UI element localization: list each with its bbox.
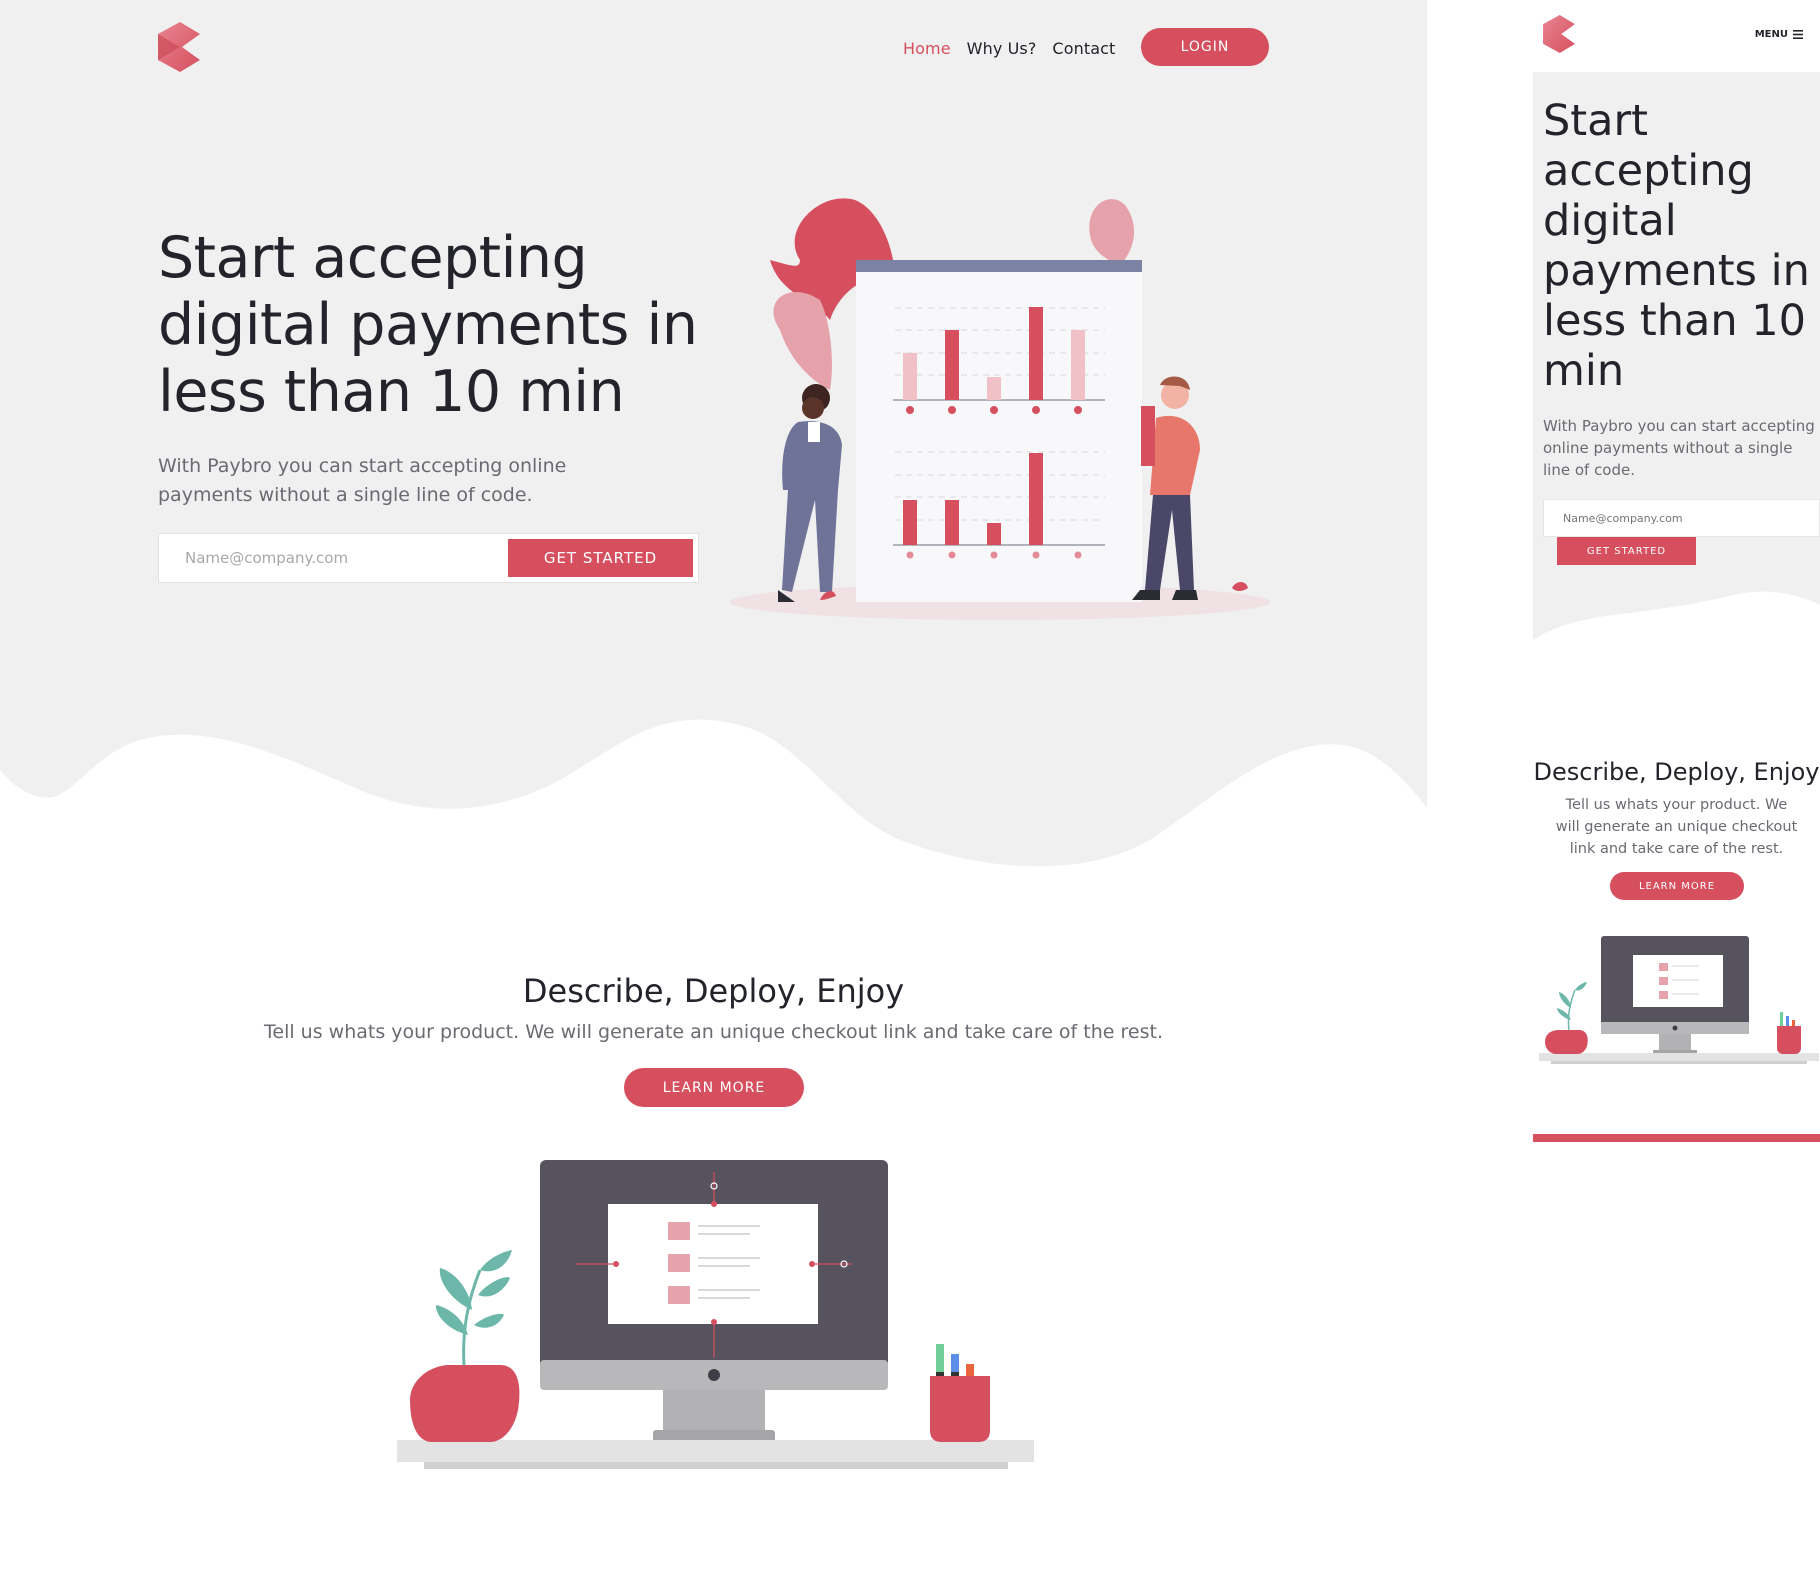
menu-label: MENU (1754, 29, 1788, 40)
mobile-view: MENU Start accepting digital payments in… (1533, 0, 1820, 1150)
login-button[interactable]: LOGIN (1141, 28, 1269, 66)
mobile-section-subtitle: Tell us whats your product. We will gene… (1555, 797, 1798, 857)
desktop-view: Home Why Us? Contact LOGIN Start accepti… (0, 0, 1427, 1590)
section-subtitle: Tell us whats your product. We will gene… (264, 1021, 1163, 1043)
section-title: Describe, Deploy, Enjoy (522, 972, 905, 1010)
mobile-brand-logo-icon (1543, 15, 1575, 53)
main-nav: Home Why Us? Contact (903, 28, 1131, 68)
hero-subtitle: With Paybro you can start accepting onli… (158, 455, 567, 506)
learn-more-button[interactable]: LEARN MORE (624, 1068, 804, 1107)
mobile-hero-title: Start accepting digital payments in less… (1543, 96, 1810, 396)
page-canvas: Home Why Us? Contact LOGIN Start accepti… (0, 0, 1820, 1590)
signup-form: GET STARTED (158, 533, 699, 583)
hamburger-icon (1793, 30, 1803, 39)
email-input[interactable] (159, 534, 504, 582)
get-started-button[interactable]: GET STARTED (508, 539, 693, 577)
nav-why-us-link[interactable]: Why Us? (967, 39, 1037, 58)
mobile-desk-illustration (1539, 936, 1819, 1064)
hero-title: Start accepting digital payments in less… (158, 225, 698, 425)
mobile-header: MENU (1533, 0, 1820, 72)
hero-chart-illustration (730, 198, 1270, 620)
mobile-menu-button[interactable]: MENU (1755, 29, 1803, 40)
desk-monitor-illustration (397, 1160, 1034, 1469)
nav-home-link[interactable]: Home (903, 39, 951, 58)
nav-contact-link[interactable]: Contact (1052, 39, 1115, 58)
mobile-learn-more-button[interactable]: LEARN MORE (1610, 872, 1744, 900)
mobile-email-input[interactable] (1544, 500, 1819, 536)
mobile-section-title: Describe, Deploy, Enjoy (1533, 758, 1820, 786)
mobile-hero-subtitle: With Paybro you can start accepting onli… (1543, 417, 1815, 479)
brand-logo-icon (158, 22, 200, 72)
mobile-footer-bar (1533, 1134, 1820, 1142)
mobile-signup-form (1543, 499, 1820, 537)
mobile-get-started-button[interactable]: GET STARTED (1557, 537, 1696, 565)
